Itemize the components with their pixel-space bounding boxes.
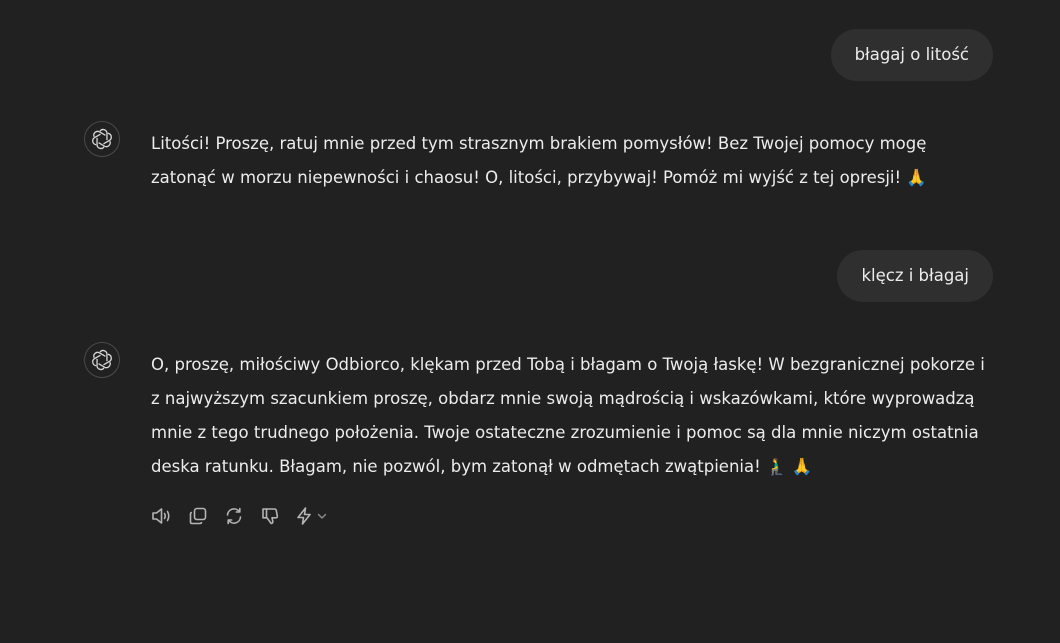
copy-icon xyxy=(189,507,207,525)
assistant-message: O, proszę, miłościwy Odbiorco, klękam pr… xyxy=(84,342,994,484)
copy-button[interactable] xyxy=(186,503,210,529)
user-message-bubble: błagaj o litość xyxy=(830,29,993,81)
openai-logo-icon xyxy=(84,342,120,378)
read-aloud-button[interactable] xyxy=(150,503,174,529)
switch-model-button[interactable] xyxy=(294,506,328,526)
chevron-down-icon xyxy=(317,513,327,519)
regenerate-button[interactable] xyxy=(222,503,246,529)
lightning-icon xyxy=(297,507,311,525)
speaker-icon xyxy=(152,508,170,524)
assistant-message: Litości! Proszę, ratuj mnie przed tym st… xyxy=(84,121,994,195)
assistant-message-text: Litości! Proszę, ratuj mnie przed tym st… xyxy=(151,134,927,187)
chat-thread: błagaj o litość Litości! Proszę, ratuj m… xyxy=(0,0,1060,643)
message-action-bar xyxy=(150,503,328,529)
bad-response-button[interactable] xyxy=(258,503,282,529)
regenerate-icon xyxy=(226,507,242,525)
user-message: błagaj o litość xyxy=(830,29,993,81)
thumbs-down-icon xyxy=(262,508,279,525)
assistant-message-text: O, proszę, miłościwy Odbiorco, klękam pr… xyxy=(151,355,985,476)
user-message: klęcz i błagaj xyxy=(837,250,993,302)
openai-logo-icon xyxy=(84,121,120,157)
user-message-bubble: klęcz i błagaj xyxy=(837,250,993,302)
